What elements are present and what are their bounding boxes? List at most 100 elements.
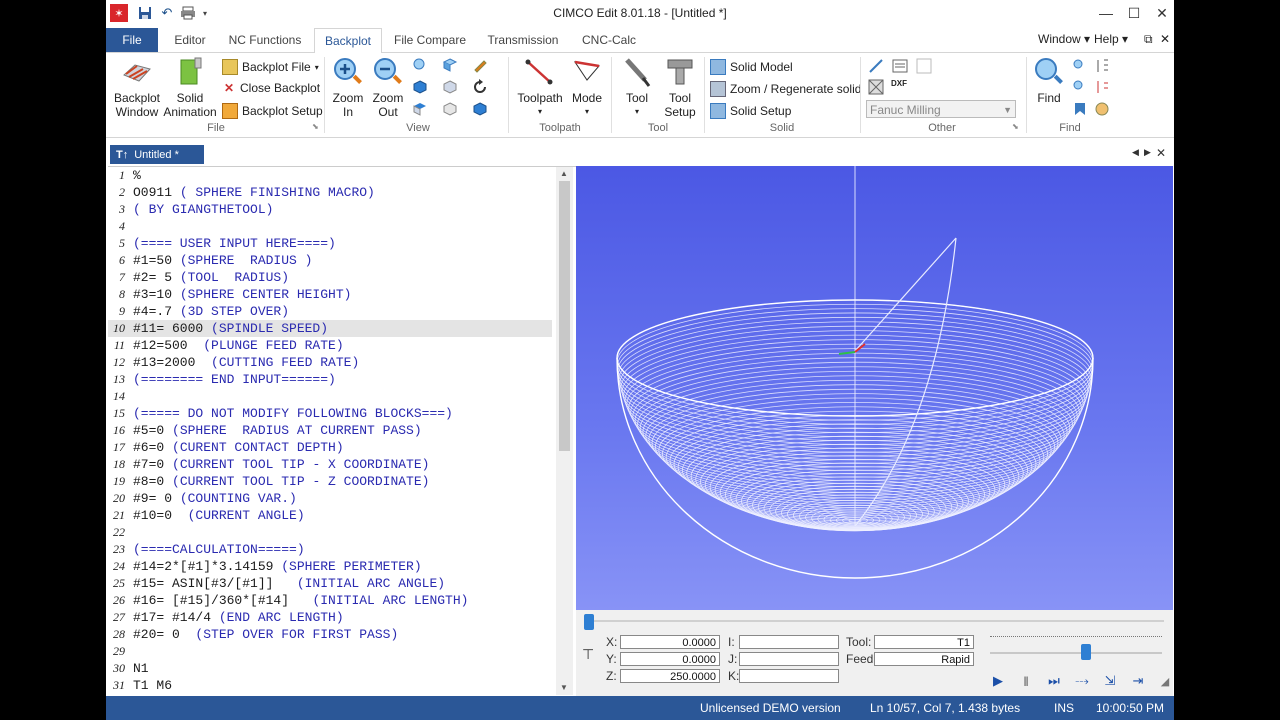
code-line[interactable]: 30 N1 <box>108 660 552 677</box>
solid-setup-button[interactable]: Solid Setup <box>710 103 791 119</box>
tab-transmission[interactable]: Transmission <box>482 28 564 52</box>
tabs-right-icon[interactable]: ▶ <box>1144 147 1151 158</box>
speed-slider-track[interactable] <box>990 652 1162 654</box>
speed-slider-thumb[interactable] <box>1080 644 1091 660</box>
code-line[interactable]: 4 <box>108 218 552 235</box>
code-line[interactable]: 8 #3=10 (SPHERE CENTER HEIGHT) <box>108 286 552 303</box>
mdi-restore-icon[interactable]: ⧉ <box>1144 32 1153 47</box>
step-tool-button[interactable]: ⤏ <box>1073 672 1091 690</box>
code-line[interactable]: 27 #17= #14/4 (END ARC LENGTH) <box>108 609 552 626</box>
code-line[interactable]: 7 #2= 5 (TOOL RADIUS) <box>108 269 552 286</box>
code-line[interactable]: 2 O0911 ( SPHERE FINISHING MACRO) <box>108 184 552 201</box>
editor-vertical-scrollbar[interactable]: ▲ ▼ <box>556 167 573 695</box>
scroll-down-icon[interactable]: ▼ <box>560 683 568 692</box>
measure-icon[interactable] <box>868 58 884 74</box>
code-line[interactable]: 26 #16= [#15]/360*[#14] (INITIAL ARC LENG… <box>108 592 552 609</box>
rotate-icon[interactable] <box>472 79 488 95</box>
toolpath-button[interactable]: Toolpath ▾ <box>512 55 568 119</box>
goto-icon[interactable] <box>1094 79 1110 95</box>
editor-scroll-thumb[interactable] <box>559 181 570 451</box>
tool-button[interactable]: Tool ▾ <box>616 55 658 119</box>
list-icon[interactable] <box>892 58 908 74</box>
code-line[interactable]: 28 #20= 0 (STEP OVER FOR FIRST PASS) <box>108 626 552 643</box>
code-line[interactable]: 12 #13=2000 (CUTTING FEED RATE) <box>108 354 552 371</box>
pause-button[interactable]: ‖ <box>1017 672 1035 690</box>
minimize-button[interactable]: — <box>1092 2 1120 24</box>
code-line[interactable]: 9 #4=.7 (3D STEP OVER) <box>108 303 552 320</box>
close-backplot-button[interactable]: ✕ Close Backplot <box>222 81 320 95</box>
solid-animation-button[interactable]: Solid Animation <box>162 55 218 119</box>
file-group-launcher-icon[interactable]: ⬊ <box>312 122 319 131</box>
backplot-setup-button[interactable]: Backplot Setup <box>222 103 323 119</box>
close-document-icon[interactable]: ✕ <box>1156 146 1166 160</box>
tab-cnc-calc[interactable]: CNC-Calc <box>576 28 642 52</box>
zoom-regenerate-button[interactable]: Zoom / Regenerate solid <box>710 81 861 97</box>
step-end-button[interactable]: ⇥ <box>1129 672 1147 690</box>
code-line[interactable]: 3 ( BY GIANGTHETOOL) <box>108 201 552 218</box>
solid-model-button[interactable]: Solid Model <box>710 59 793 75</box>
step-forward-button[interactable]: ⏭ <box>1045 672 1063 690</box>
tab-backplot[interactable]: Backplot <box>314 28 382 54</box>
code-line[interactable]: 1% <box>108 167 552 184</box>
help-menu[interactable]: Help ▾ <box>1094 32 1128 46</box>
backplot-window-button[interactable]: Backplot Window <box>112 55 162 119</box>
zoom-out-button[interactable]: Zoom Out <box>368 55 408 119</box>
progress-slider-thumb[interactable] <box>584 614 594 630</box>
code-line[interactable]: 24 #14=2*[#1]*3.14159 (SPHERE PERIMETER) <box>108 558 552 575</box>
window-menu[interactable]: Window ▾ <box>1038 32 1090 46</box>
tab-file[interactable]: File <box>106 28 158 52</box>
pencil-icon[interactable] <box>472 57 488 73</box>
code-line[interactable]: 5 (==== USER INPUT HERE====) <box>108 235 552 252</box>
navigator-icon[interactable] <box>1094 101 1110 117</box>
front-view-icon[interactable] <box>412 79 428 95</box>
code-line[interactable]: 11 #12=500 (PLUNGE FEED RATE) <box>108 337 552 354</box>
pattern-icon[interactable] <box>868 79 884 95</box>
code-line[interactable]: 17 #6=0 (CURENT CONTACT DEPTH) <box>108 439 552 456</box>
bottom-view-icon[interactable] <box>442 101 458 117</box>
cube-view-icon[interactable] <box>472 101 488 117</box>
code-line[interactable]: 19 #8=0 (CURRENT TOOL TIP - Z COORDINATE) <box>108 473 552 490</box>
tab-file-compare[interactable]: File Compare <box>390 28 470 52</box>
progress-slider-track[interactable] <box>584 620 1164 622</box>
code-line[interactable]: 18 #7=0 (CURRENT TOOL TIP - X COORDINATE) <box>108 456 552 473</box>
backplot-file-button[interactable]: Backplot File ▾ <box>222 59 319 75</box>
find-button[interactable]: Find <box>1030 55 1068 105</box>
find-replace-icon[interactable] <box>1072 79 1088 95</box>
zoom-in-button[interactable]: Zoom In <box>328 55 368 119</box>
tool-setup-button[interactable]: Tool Setup <box>658 55 702 119</box>
code-line[interactable]: 16 #5=0 (SPHERE RADIUS AT CURRENT PASS) <box>108 422 552 439</box>
other-group-launcher-icon[interactable]: ⬊ <box>1012 122 1019 131</box>
top-view-icon[interactable] <box>412 101 428 117</box>
code-line[interactable]: 22 <box>108 524 552 541</box>
code-line[interactable]: 13 (======== END INPUT======) <box>108 371 552 388</box>
bookmark-icon[interactable] <box>1072 101 1088 117</box>
mdi-close-icon[interactable]: ✕ <box>1160 32 1170 46</box>
iso-view-icon[interactable] <box>442 57 458 73</box>
document-tab-untitled[interactable]: T↑ Untitled * <box>110 145 204 164</box>
step-z-button[interactable]: ⇲ <box>1101 672 1119 690</box>
find-next-icon[interactable] <box>1072 58 1088 74</box>
code-line[interactable]: 10 #11= 6000 (SPINDLE SPEED) <box>108 320 552 337</box>
tabs-left-icon[interactable]: ◀ <box>1132 147 1139 158</box>
grid-icon[interactable] <box>916 58 932 74</box>
code-line[interactable]: 15 (===== DO NOT MODIFY FOLLOWING BLOCKS=… <box>108 405 552 422</box>
resize-grip-icon[interactable]: ◢ <box>1156 672 1174 690</box>
maximize-button[interactable]: ☐ <box>1120 2 1148 24</box>
code-line[interactable]: 14 <box>108 388 552 405</box>
code-line[interactable]: 20 #9= 0 (COUNTING VAR.) <box>108 490 552 507</box>
play-button[interactable]: ▶ <box>989 672 1007 690</box>
code-line[interactable]: 25 #15= ASIN[#3/[#1]] (INITIAL ARC ANGLE) <box>108 575 552 592</box>
mode-button[interactable]: Mode ▾ <box>566 55 608 119</box>
close-button[interactable]: ✕ <box>1148 2 1174 24</box>
code-line[interactable]: 29 <box>108 643 552 660</box>
code-editor[interactable]: 1% 2 O0911 ( SPHERE FINISHING MACRO) 3( BY … <box>108 166 576 695</box>
code-line[interactable]: 6 #1=50 (SPHERE RADIUS ) <box>108 252 552 269</box>
dxf-icon[interactable]: DXF <box>891 79 907 88</box>
tab-nc-functions[interactable]: NC Functions <box>224 28 306 52</box>
side-view-icon[interactable] <box>442 79 458 95</box>
code-line[interactable]: 31 T1 M6 <box>108 677 552 694</box>
backplot-3d-viewport[interactable] <box>576 166 1173 610</box>
code-line[interactable]: 21 #10=0 (CURRENT ANGLE) <box>108 507 552 524</box>
sort-icon[interactable] <box>1094 58 1110 74</box>
code-line[interactable]: 23 (====CALCULATION=====) <box>108 541 552 558</box>
